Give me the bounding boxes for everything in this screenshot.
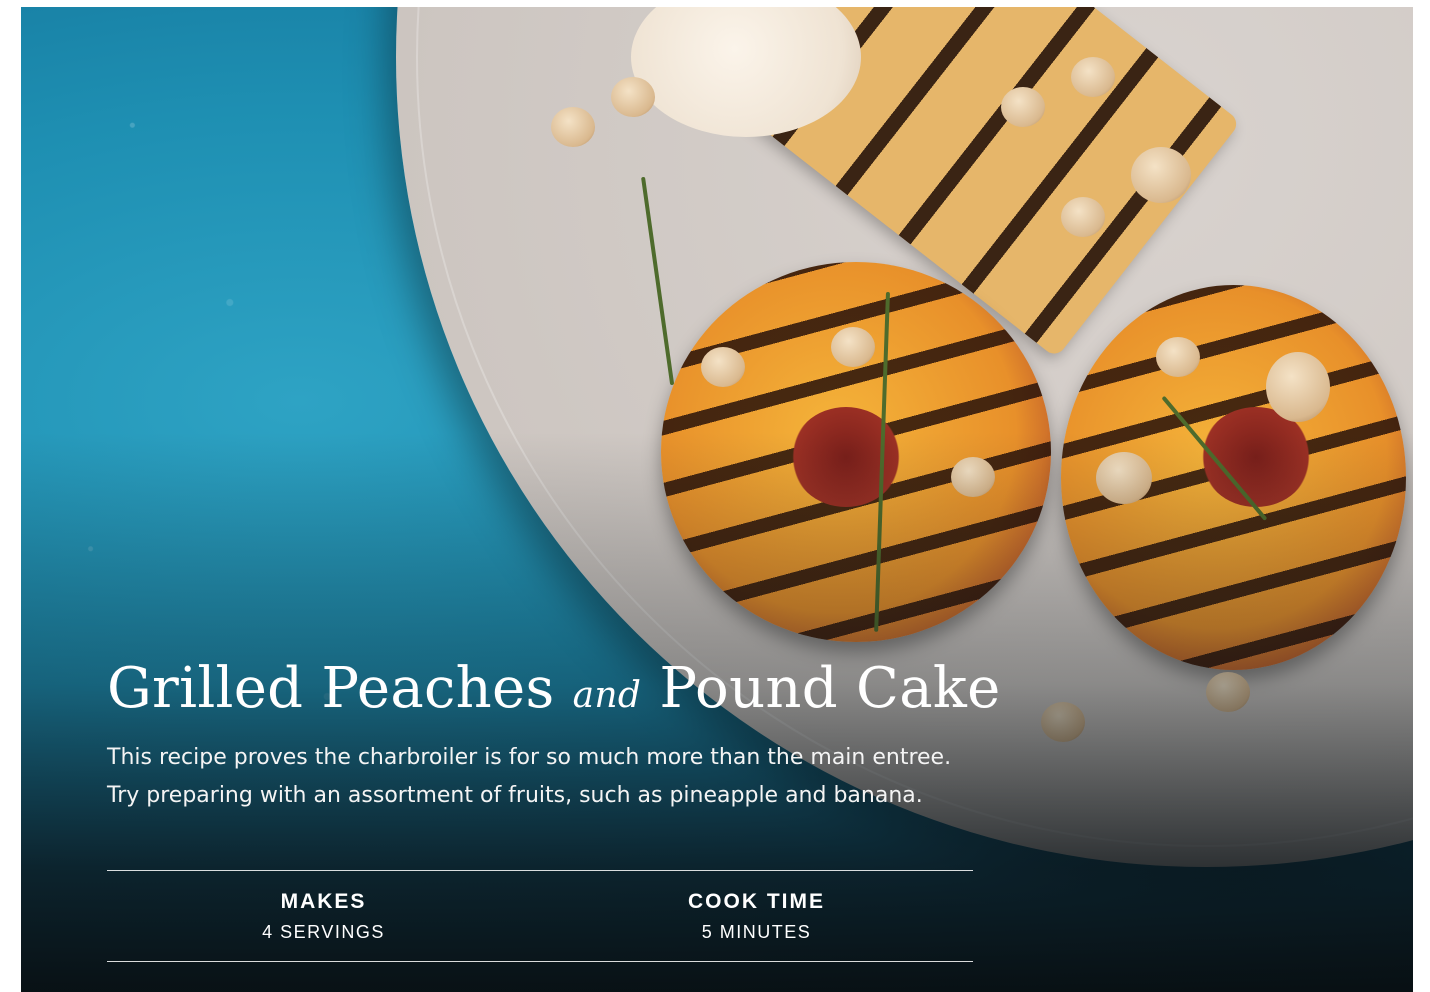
cook-time-value: 5 MINUTES	[701, 922, 812, 942]
intro-line-1: This recipe proves the charbroiler is fo…	[107, 745, 952, 771]
hazelnut	[1071, 57, 1115, 97]
title-main: Grilled Peaches	[107, 656, 555, 721]
makes-info: MAKES 4 SERVINGS	[107, 871, 540, 961]
recipe-intro: This recipe proves the charbroiler is fo…	[107, 739, 987, 815]
cook-time-info: COOK TIME 5 MINUTES	[540, 871, 973, 961]
recipe-page: Grilled Peaches and Pound Cake This reci…	[21, 7, 1413, 992]
recipe-meta-bar: MAKES 4 SERVINGS COOK TIME 5 MINUTES	[107, 870, 973, 962]
hazelnut	[1131, 147, 1191, 203]
makes-value: 4 SERVINGS	[262, 922, 385, 942]
hero-food-photo	[21, 7, 1413, 992]
hazelnut	[1266, 352, 1330, 422]
hazelnut	[701, 347, 745, 387]
recipe-title: Grilled Peaches and Pound Cake	[107, 656, 1000, 721]
intro-line-2: Try preparing with an assortment of frui…	[107, 783, 923, 809]
hazelnut	[611, 77, 655, 117]
hazelnut	[551, 107, 595, 147]
hazelnut	[1061, 197, 1105, 237]
makes-label: MAKES	[280, 890, 367, 913]
title-connector: and	[572, 675, 642, 716]
hazelnut	[831, 327, 875, 367]
hazelnut	[1001, 87, 1045, 127]
hazelnut	[1156, 337, 1200, 377]
cook-time-label: COOK TIME	[688, 890, 825, 913]
title-secondary: Pound Cake	[659, 656, 1001, 721]
recipe-header: Grilled Peaches and Pound Cake This reci…	[107, 656, 1000, 815]
